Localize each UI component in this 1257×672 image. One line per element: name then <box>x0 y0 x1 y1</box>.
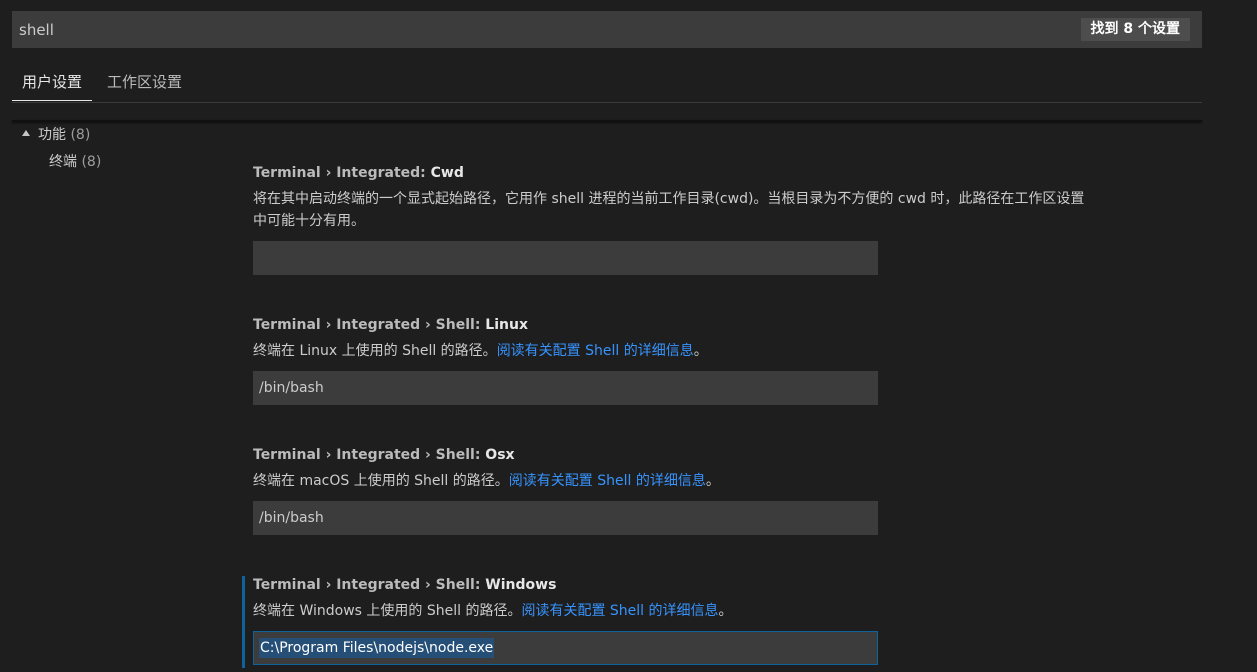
setting-description: 将在其中启动终端的一个显式起始路径，它用作 shell 进程的当前工作目录(cw… <box>253 188 1203 232</box>
setting-description-line: 中可能十分有用。 <box>253 213 365 229</box>
caret-down-icon <box>22 130 30 136</box>
setting-description-text: 终端在 macOS 上使用的 Shell 的路径。 <box>253 473 509 489</box>
shell-config-link[interactable]: 阅读有关配置 Shell 的详细信息 <box>521 603 718 619</box>
setting-description: 终端在 Linux 上使用的 Shell 的路径。阅读有关配置 Shell 的详… <box>253 340 1203 362</box>
focused-setting-indicator <box>242 576 245 668</box>
setting-terminal-cwd: Terminal › Integrated: Cwd 将在其中启动终端的一个显式… <box>253 163 1203 275</box>
settings-search-input[interactable] <box>12 11 1052 48</box>
setting-category: Terminal › Integrated › Shell: <box>253 317 486 333</box>
setting-shell-osx: Terminal › Integrated › Shell: Osx 终端在 m… <box>253 445 1203 535</box>
toc-group-label: 功能 <box>38 127 66 143</box>
shell-windows-input[interactable]: C:\Program Files\nodejs\node.exe <box>253 631 878 665</box>
setting-category: Terminal › Integrated › Shell: <box>253 447 486 463</box>
setting-description-suffix: 。 <box>693 343 708 359</box>
setting-title: Terminal › Integrated: Cwd <box>253 163 1203 183</box>
setting-description-text: 终端在 Windows 上使用的 Shell 的路径。 <box>253 603 522 619</box>
setting-name: Windows <box>485 577 557 593</box>
shell-config-link[interactable]: 阅读有关配置 Shell 的详细信息 <box>497 343 694 359</box>
shell-linux-input[interactable] <box>253 371 878 405</box>
shell-config-link[interactable]: 阅读有关配置 Shell 的详细信息 <box>509 473 706 489</box>
setting-name: Linux <box>485 317 528 333</box>
cwd-input[interactable] <box>253 241 878 275</box>
toc-group-features[interactable]: 功能 (8) <box>22 124 90 146</box>
setting-description-text: 终端在 Linux 上使用的 Shell 的路径。 <box>253 343 497 359</box>
setting-description: 终端在 macOS 上使用的 Shell 的路径。阅读有关配置 Shell 的详… <box>253 470 1203 492</box>
toc-item-label: 终端 <box>49 154 77 170</box>
setting-title: Terminal › Integrated › Shell: Linux <box>253 315 1203 335</box>
toc-group-count: (8) <box>70 127 91 143</box>
setting-description-suffix: 。 <box>705 473 720 489</box>
tab-user-settings[interactable]: 用户设置 <box>12 62 93 101</box>
search-result-count-badge: 找到 8 个设置 <box>1080 18 1190 41</box>
setting-title: Terminal › Integrated › Shell: Windows <box>253 575 1203 595</box>
toc-item-terminal[interactable]: 终端 (8) <box>49 151 101 173</box>
settings-scope-tabs: 用户设置 工作区设置 <box>12 62 1202 103</box>
setting-description: 终端在 Windows 上使用的 Shell 的路径。阅读有关配置 Shell … <box>253 600 1203 622</box>
setting-shell-linux: Terminal › Integrated › Shell: Linux 终端在… <box>253 315 1203 405</box>
selected-input-text: C:\Program Files\nodejs\node.exe <box>259 638 495 658</box>
setting-category: Terminal › Integrated › Shell: <box>253 577 486 593</box>
setting-name: Cwd <box>430 165 464 181</box>
setting-category: Terminal › Integrated: <box>253 165 431 181</box>
tab-workspace-settings[interactable]: 工作区设置 <box>107 62 182 101</box>
setting-description-suffix: 。 <box>718 603 733 619</box>
settings-editor: 找到 8 个设置 用户设置 工作区设置 功能 (8) 终端 (8) Termin… <box>0 0 1257 672</box>
setting-title: Terminal › Integrated › Shell: Osx <box>253 445 1203 465</box>
shell-osx-input[interactable] <box>253 501 878 535</box>
setting-shell-windows: Terminal › Integrated › Shell: Windows 终… <box>253 575 1203 665</box>
setting-name: Osx <box>485 447 515 463</box>
toc-item-count: (8) <box>81 154 102 170</box>
settings-search-bar: 找到 8 个设置 <box>12 11 1202 48</box>
header-divider <box>12 120 1202 122</box>
setting-description-line: 将在其中启动终端的一个显式起始路径，它用作 shell 进程的当前工作目录(cw… <box>253 191 1085 207</box>
